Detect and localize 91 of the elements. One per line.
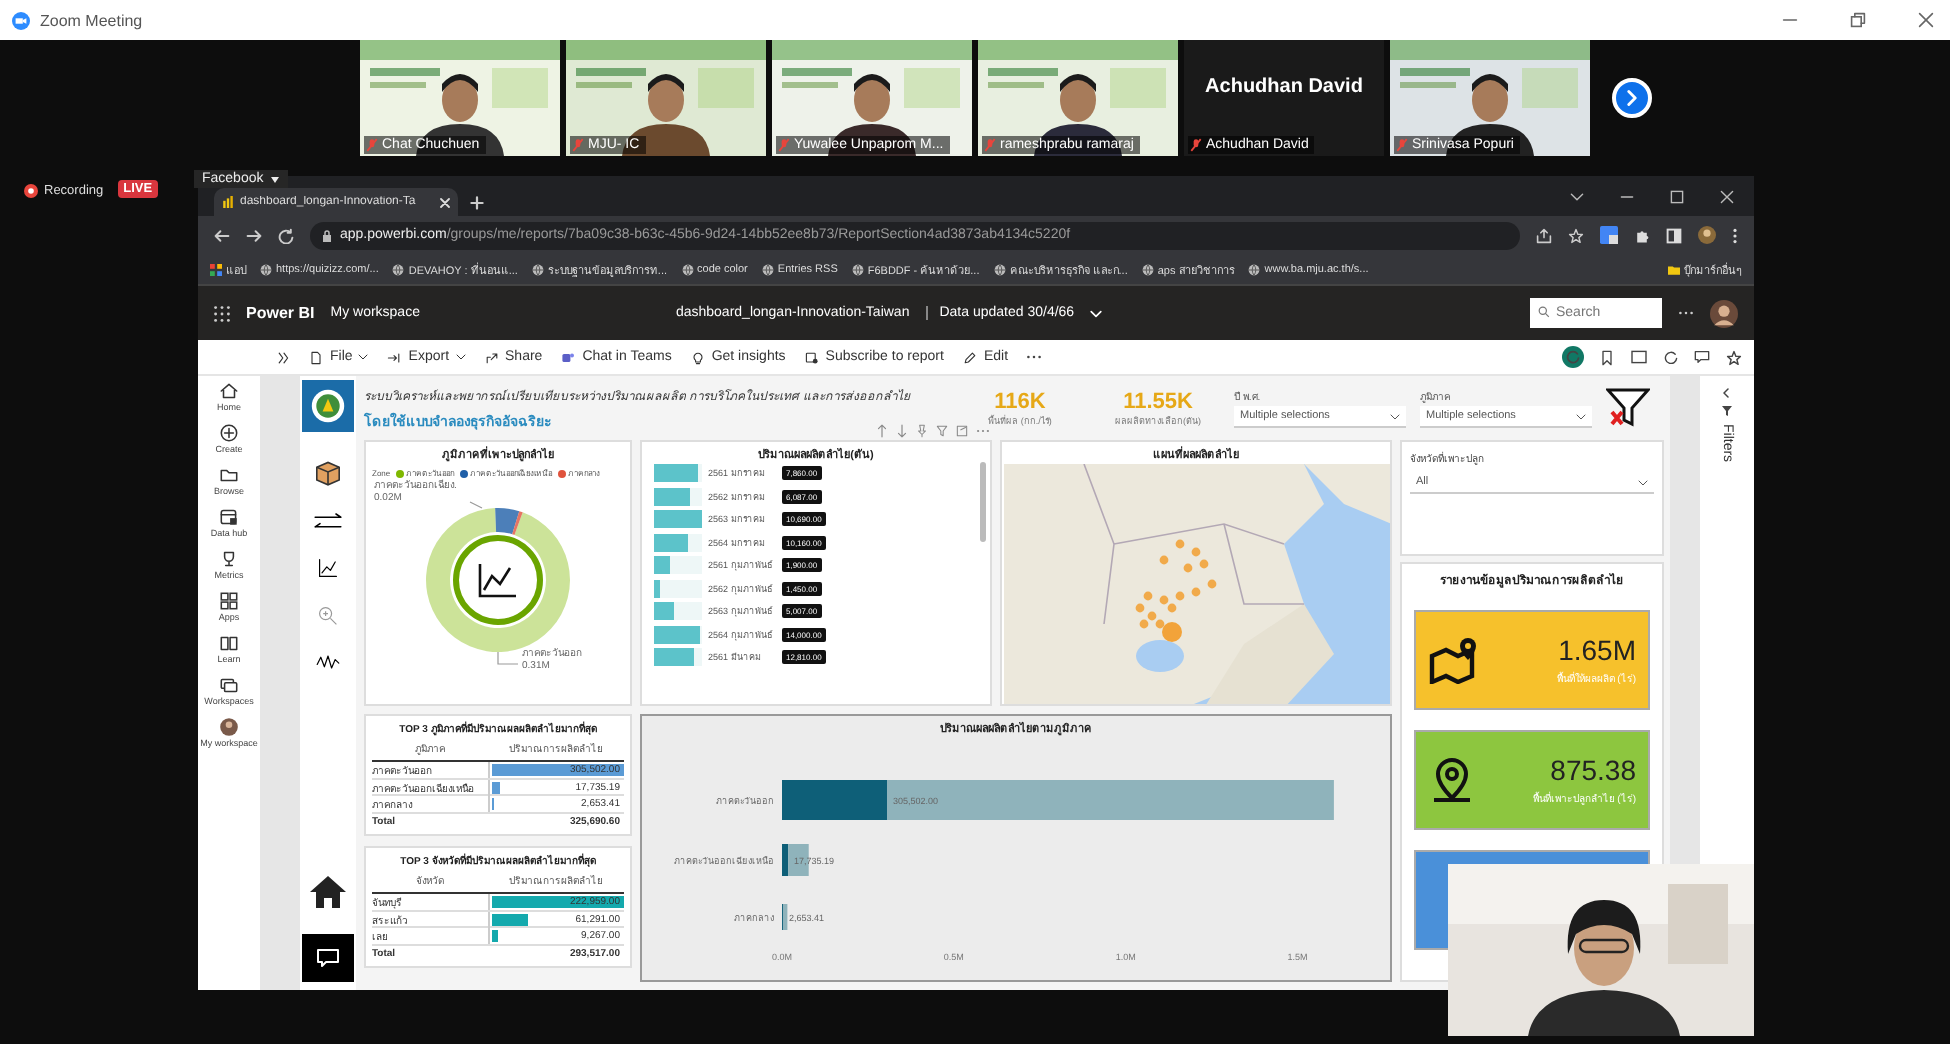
powerbi-icon	[222, 196, 234, 208]
share-page-icon[interactable]	[1536, 227, 1552, 243]
puzzle-icon[interactable]	[1634, 227, 1650, 243]
book-icon	[217, 631, 240, 654]
globe-icon	[761, 263, 774, 275]
kpi-value: 11.55K	[1123, 389, 1193, 413]
location-pin-icon	[1428, 756, 1476, 804]
pin-icon[interactable]	[916, 424, 928, 438]
avatar-icon	[217, 715, 240, 737]
view-icon[interactable]	[1630, 350, 1648, 364]
globe-icon	[260, 263, 272, 275]
workspaces-icon	[218, 673, 240, 696]
subscribe-icon	[803, 349, 820, 365]
chevron-down-icon[interactable]	[1570, 189, 1584, 203]
back-icon[interactable]	[214, 227, 230, 243]
globe-icon	[1248, 263, 1261, 275]
wave-icon[interactable]	[316, 652, 340, 672]
leader-line	[497, 651, 519, 665]
close-icon[interactable]	[1918, 12, 1934, 28]
globe-icon	[392, 263, 405, 275]
recording-icon	[24, 183, 38, 197]
comment-icon[interactable]	[1694, 350, 1710, 364]
forward-icon[interactable]	[246, 227, 262, 243]
search-icon	[1538, 306, 1550, 318]
app-name[interactable]: Power BI	[246, 304, 315, 322]
avatar-icon[interactable]	[1698, 226, 1716, 244]
star-icon[interactable]	[1726, 349, 1742, 365]
globe-icon	[993, 263, 1006, 275]
pencil-icon	[961, 349, 978, 365]
kpi-value: 116K	[994, 389, 1046, 413]
chevron-right-icon	[1624, 90, 1640, 106]
export-icon	[386, 349, 403, 365]
chevron-down-icon	[1638, 477, 1648, 487]
more-icon[interactable]	[1026, 354, 1043, 360]
chat-button[interactable]	[302, 934, 354, 982]
participant-name: Achudhan David	[1203, 76, 1365, 98]
caret-down-icon	[269, 175, 280, 183]
scrollbar[interactable]	[980, 462, 986, 542]
folder-icon	[1668, 263, 1680, 275]
translate-icon[interactable]	[1600, 226, 1618, 244]
window-title: Zoom Meeting	[40, 11, 143, 29]
lightbulb-icon	[689, 349, 706, 365]
bookmark-icon[interactable]	[1600, 349, 1614, 365]
more-icon[interactable]	[1732, 227, 1738, 243]
home-icon	[217, 380, 240, 402]
new-tab-icon[interactable]	[470, 196, 484, 210]
lock-icon	[322, 229, 332, 241]
card-value: 1.65M	[1558, 634, 1636, 666]
reload-icon[interactable]	[1664, 350, 1678, 364]
plus-icon	[217, 421, 240, 444]
filter-icon	[1722, 406, 1732, 416]
zoom-icon[interactable]	[316, 604, 340, 628]
avatar-icon[interactable]	[1710, 299, 1738, 327]
next-page-button[interactable]	[1612, 78, 1652, 118]
chart-icon[interactable]	[316, 556, 340, 580]
clear-filter-icon[interactable]	[1606, 386, 1650, 430]
apps-grid-icon	[210, 263, 222, 275]
refresh-icon[interactable]	[1562, 346, 1584, 368]
sort-down-icon	[896, 424, 908, 438]
share-icon	[483, 349, 500, 365]
leader-line	[469, 501, 483, 509]
home-icon[interactable]	[308, 874, 348, 910]
zoom-logo-icon	[12, 11, 30, 29]
box-icon	[312, 456, 344, 488]
trophy-icon	[218, 547, 240, 570]
focus-mode-icon[interactable]	[956, 424, 968, 438]
globe-icon	[681, 263, 694, 275]
globe-icon	[531, 263, 544, 275]
filter-icon[interactable]	[936, 424, 948, 438]
sort-up-icon	[876, 424, 888, 438]
database-icon	[217, 505, 240, 528]
inner-ring	[453, 535, 543, 625]
close-icon[interactable]	[1720, 189, 1734, 203]
expand-icon[interactable]	[278, 351, 290, 363]
more-icon[interactable]	[1678, 310, 1694, 316]
restore-icon[interactable]	[1850, 12, 1866, 28]
document-icon	[308, 349, 324, 365]
waffle-icon[interactable]	[214, 305, 230, 321]
collapse-icon[interactable]	[1722, 388, 1732, 398]
maximize-icon[interactable]	[1670, 189, 1684, 203]
swap-arrows-icon[interactable]	[312, 512, 344, 532]
apps-icon	[218, 589, 240, 612]
teams-icon	[560, 349, 577, 365]
chevron-down-icon	[1576, 411, 1586, 421]
globe-icon	[1141, 263, 1154, 275]
globe-icon	[851, 263, 864, 275]
side-panel-icon[interactable]	[1666, 227, 1682, 243]
comment-icon	[316, 948, 340, 968]
line-chart-icon	[478, 564, 516, 598]
card-value: 875.38	[1550, 754, 1636, 786]
chevron-down-icon	[1390, 411, 1400, 421]
